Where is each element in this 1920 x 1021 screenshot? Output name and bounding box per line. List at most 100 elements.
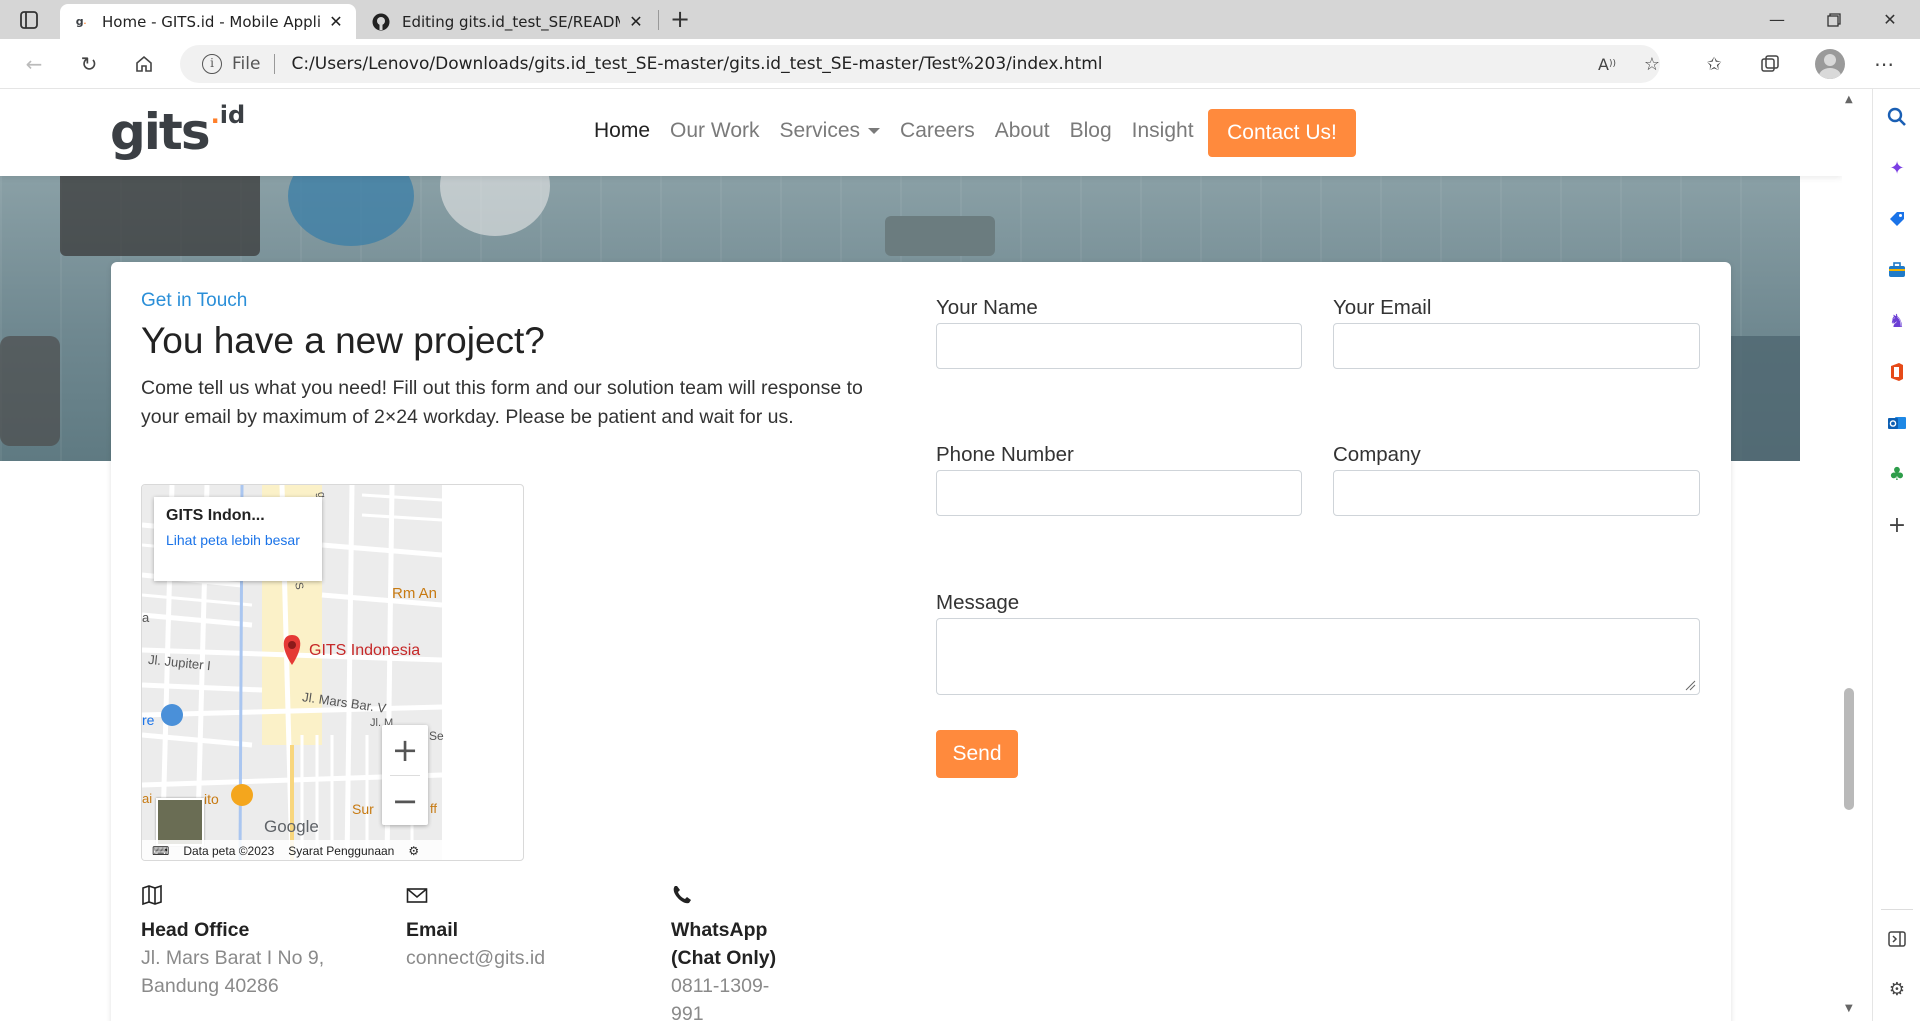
restore-icon[interactable] bbox=[1809, 6, 1859, 34]
keyboard-icon[interactable]: ⌨ bbox=[152, 844, 169, 858]
google-map-embed[interactable]: GITS Indonesia Jl. Jupiter I Jl. Mars Ba… bbox=[141, 484, 524, 861]
nav-about[interactable]: About bbox=[995, 119, 1050, 143]
tools-briefcase-icon[interactable] bbox=[1885, 258, 1909, 282]
url-field[interactable]: i File C:/Users/Lenovo/Downloads/gits.id… bbox=[180, 45, 1660, 83]
browser-tab-bar: g. Home - GITS.id - Mobile Applicati ✕ E… bbox=[0, 0, 1920, 39]
info-icon[interactable]: i bbox=[202, 54, 222, 74]
settings-gear-icon[interactable]: ⚙ bbox=[1885, 977, 1909, 1001]
tab-github-readme[interactable]: Editing gits.id_test_SE/README.m ✕ bbox=[360, 4, 656, 39]
zoom-in-button[interactable]: + bbox=[382, 725, 428, 775]
map-icon bbox=[141, 884, 381, 910]
map-settings-icon[interactable]: ⚙ bbox=[408, 844, 419, 858]
minimize-icon[interactable]: — bbox=[1752, 6, 1802, 34]
office-title: Head Office bbox=[141, 919, 250, 941]
office-icon[interactable] bbox=[1885, 360, 1909, 384]
satellite-toggle[interactable] bbox=[156, 798, 204, 846]
map-data-label: Data peta ©2023 bbox=[183, 844, 275, 858]
search-icon[interactable] bbox=[1885, 105, 1909, 129]
section-description: Come tell us what you need! Fill out thi… bbox=[141, 377, 863, 428]
edge-sidebar: ✦ ♞ ♣ + ⚙ bbox=[1872, 89, 1920, 1021]
profile-avatar[interactable] bbox=[1815, 49, 1845, 79]
map-poi-label: Rm An bbox=[392, 585, 438, 602]
url-text[interactable]: C:/Users/Lenovo/Downloads/gits.id_test_S… bbox=[291, 54, 1102, 74]
whatsapp-number[interactable]: 0811-1309-991 bbox=[671, 972, 801, 1021]
email-address[interactable]: connect@gits.id bbox=[406, 944, 646, 972]
close-window-icon[interactable]: ✕ bbox=[1865, 6, 1915, 34]
nav-insight[interactable]: Insight bbox=[1132, 119, 1194, 143]
map-poi-label: re bbox=[142, 712, 155, 728]
tab-title: Home - GITS.id - Mobile Applicati bbox=[102, 12, 320, 31]
map-poi-label: ai bbox=[142, 791, 153, 806]
close-tab-icon[interactable]: ✕ bbox=[626, 12, 646, 31]
map-street-label: Se bbox=[429, 729, 444, 743]
tab-title: Editing gits.id_test_SE/README.m bbox=[402, 12, 620, 31]
github-icon bbox=[370, 13, 392, 31]
contact-us-button[interactable]: Contact Us! bbox=[1208, 109, 1356, 157]
favorite-add-icon[interactable]: ☆ bbox=[1638, 50, 1666, 78]
head-office-info: Head Office Jl. Mars Barat I No 9, Bandu… bbox=[141, 884, 381, 1000]
whatsapp-title: WhatsApp (Chat Only) bbox=[671, 919, 777, 969]
nav-home[interactable]: Home bbox=[594, 119, 650, 143]
site-navbar: gits .id Home Our Work Services Careers … bbox=[0, 89, 1842, 176]
outlook-icon[interactable] bbox=[1885, 411, 1909, 435]
scroll-up-arrow-icon[interactable]: ▲ bbox=[1845, 94, 1853, 105]
tab-actions-icon[interactable] bbox=[18, 9, 40, 31]
scrollbar-thumb[interactable] bbox=[1844, 688, 1854, 810]
office-address: Jl. Mars Barat I No 9, Bandung 40286 bbox=[141, 947, 325, 997]
url-separator bbox=[274, 54, 276, 74]
map-poi-label: ito bbox=[204, 791, 219, 807]
map-poi-label: ff bbox=[430, 801, 437, 816]
nav-our-work[interactable]: Our Work bbox=[670, 119, 759, 143]
tab-separator bbox=[658, 10, 659, 30]
read-aloud-icon[interactable]: A)) bbox=[1593, 50, 1621, 78]
mail-icon bbox=[406, 884, 646, 910]
add-sidebar-app-icon[interactable]: + bbox=[1885, 513, 1909, 538]
page-viewport: gits .id Home Our Work Services Careers … bbox=[0, 89, 1842, 1021]
hide-sidebar-icon[interactable] bbox=[1885, 927, 1909, 951]
new-tab-icon[interactable]: + bbox=[666, 6, 694, 34]
collections-icon[interactable] bbox=[1756, 50, 1784, 78]
url-scheme-label: File bbox=[232, 54, 261, 74]
email-input[interactable] bbox=[1333, 323, 1700, 369]
scroll-down-arrow-icon[interactable]: ▼ bbox=[1845, 1003, 1853, 1014]
phone-icon bbox=[671, 884, 801, 910]
gits-logo[interactable]: gits .id bbox=[110, 103, 245, 165]
map-info-card: GITS Indon... Lihat peta lebih besar bbox=[154, 497, 322, 581]
section-heading: You have a new project? bbox=[141, 320, 545, 361]
tree-icon[interactable]: ♣ bbox=[1885, 462, 1909, 486]
nav-careers[interactable]: Careers bbox=[900, 119, 975, 143]
nav-services[interactable]: Services bbox=[780, 119, 881, 143]
shopping-tag-icon[interactable] bbox=[1885, 207, 1909, 231]
nav-blog[interactable]: Blog bbox=[1070, 119, 1112, 143]
favorites-icon[interactable]: ✩ bbox=[1700, 50, 1728, 78]
page-scrollbar[interactable] bbox=[1842, 89, 1856, 1021]
contact-card: Get in Touch You have a new project? Com… bbox=[111, 262, 1731, 1021]
larger-map-link[interactable]: Lihat peta lebih besar bbox=[166, 531, 310, 549]
copilot-sparkle-icon[interactable]: ✦ bbox=[1885, 156, 1909, 180]
reload-icon[interactable]: ↻ bbox=[75, 50, 103, 78]
company-input[interactable] bbox=[1333, 470, 1700, 516]
close-tab-icon[interactable]: ✕ bbox=[326, 12, 346, 31]
zoom-out-button[interactable]: − bbox=[382, 776, 428, 826]
tab-gits-home[interactable]: g. Home - GITS.id - Mobile Applicati ✕ bbox=[60, 4, 356, 39]
map-zoom-control: + − bbox=[382, 725, 428, 825]
phone-input[interactable] bbox=[936, 470, 1302, 516]
more-menu-icon[interactable]: ⋯ bbox=[1870, 50, 1898, 78]
name-input[interactable] bbox=[936, 323, 1302, 369]
send-button[interactable]: Send bbox=[936, 730, 1018, 778]
home-icon[interactable] bbox=[130, 50, 158, 78]
gits-favicon-icon: g. bbox=[75, 15, 87, 28]
message-textarea[interactable] bbox=[936, 618, 1700, 695]
resize-grip-icon[interactable] bbox=[1684, 679, 1696, 691]
games-chess-icon[interactable]: ♞ bbox=[1885, 309, 1909, 333]
section-eyebrow: Get in Touch bbox=[141, 290, 248, 311]
whatsapp-info: WhatsApp (Chat Only) 0811-1309-991 bbox=[671, 884, 801, 1021]
message-label: Message bbox=[936, 591, 1020, 614]
logo-suffix: .id bbox=[210, 101, 246, 129]
map-terms-link[interactable]: Syarat Penggunaan bbox=[288, 844, 394, 858]
company-label: Company bbox=[1333, 443, 1421, 466]
main-menu: Home Our Work Services Careers About Blo… bbox=[594, 119, 1214, 143]
logo-main-text: gits bbox=[110, 103, 211, 161]
back-icon[interactable]: ← bbox=[20, 50, 48, 78]
map-place-name: GITS Indon... bbox=[166, 507, 265, 524]
